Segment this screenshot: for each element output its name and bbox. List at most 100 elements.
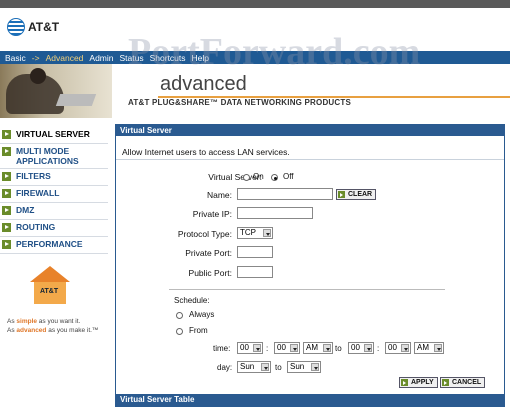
logo-text: AT&T [28, 20, 60, 34]
virtual-server-table-title: Virtual Server Table [116, 394, 504, 406]
globe-icon [7, 18, 25, 36]
from-radio[interactable] [176, 328, 183, 335]
sidebar-item-dmz[interactable]: DMZ [0, 203, 108, 220]
chevron-down-icon [253, 344, 261, 352]
sidebar-item-filters[interactable]: FILTERS [0, 169, 108, 186]
sidebar-item-routing[interactable]: ROUTING [0, 220, 108, 237]
arrow-icon [2, 130, 11, 139]
promo-line-2: As advanced as you make it.™ [7, 327, 99, 334]
sidebar-item-virtual-server[interactable]: VIRTUAL SERVER [0, 127, 108, 144]
start-ampm-value: AM [306, 343, 318, 352]
sidebar-item-performance[interactable]: PERFORMANCE [0, 237, 108, 254]
start-ampm-select[interactable]: AM [303, 342, 333, 354]
sidebar-item-label: VIRTUAL SERVER [16, 129, 90, 139]
nav-help[interactable]: Help [192, 53, 209, 63]
arrow-icon [401, 379, 408, 386]
description: Allow Internet users to access LAN servi… [122, 147, 290, 157]
from-label: From [189, 326, 208, 335]
chevron-down-icon [323, 344, 331, 352]
on-label: On [253, 172, 264, 181]
always-radio[interactable] [176, 312, 183, 319]
end-day-value: Sun [290, 362, 305, 371]
end-ampm-value: AM [417, 343, 429, 352]
nav-arrow: -> [31, 52, 40, 63]
name-input[interactable] [237, 188, 333, 200]
nav-admin[interactable]: Admin [89, 53, 113, 63]
end-minute-value: 00 [388, 343, 397, 352]
end-minute-select[interactable]: 00 [385, 342, 411, 354]
house-icon: AT&T [30, 266, 70, 306]
chevron-down-icon [311, 363, 319, 371]
public-port-input[interactable] [237, 266, 273, 278]
start-minute-value: 00 [277, 343, 286, 352]
promo-logo: AT&T [40, 288, 59, 295]
promo-line-1: As simple as you want it. [7, 318, 81, 325]
nav-basic[interactable]: Basic [5, 53, 26, 63]
sidebar-item-multi-mode-applications[interactable]: MULTI MODE APPLICATIONS [0, 144, 108, 169]
sidebar-item-label: FILTERS [16, 171, 51, 181]
apply-button[interactable]: APPLY [399, 377, 438, 388]
public-port-label: Public Port: [188, 268, 232, 278]
divider [116, 159, 504, 160]
schedule-divider [169, 289, 445, 290]
arrow-icon [338, 191, 345, 198]
protocol-label: Protocol Type: [177, 229, 232, 239]
off-radio[interactable] [271, 174, 278, 181]
start-day-value: Sun [240, 362, 255, 371]
protocol-select[interactable]: TCP [237, 227, 273, 239]
end-ampm-select[interactable]: AM [414, 342, 444, 354]
start-hour-select[interactable]: 00 [237, 342, 263, 354]
off-label: Off [283, 172, 294, 181]
banner-tagline: AT&T PLUG&SHARE™ DATA NETWORKING PRODUCT… [128, 98, 352, 107]
private-port-input[interactable] [237, 246, 273, 258]
end-hour-select[interactable]: 00 [348, 342, 374, 354]
sidebar-item-label: ROUTING [16, 222, 56, 232]
arrow-icon [2, 240, 11, 249]
banner-title: advanced [160, 73, 247, 95]
name-label: Name: [206, 190, 232, 200]
time-to-label: to [335, 344, 342, 353]
cancel-button[interactable]: CANCEL [440, 377, 486, 388]
sidebar-item-label: MULTI MODE APPLICATIONS [16, 146, 79, 166]
apply-label: APPLY [411, 379, 434, 386]
page: AT&T Basic -> Advanced Admin Status Shor… [0, 0, 510, 407]
nav-shortcuts[interactable]: Shortcuts [150, 53, 186, 63]
chevron-down-icon [290, 344, 298, 352]
nav-status[interactable]: Status [120, 53, 144, 63]
time-colon: : [266, 344, 269, 353]
day-to-label: to [275, 363, 282, 372]
start-day-select[interactable]: Sun [237, 361, 271, 373]
chevron-down-icon [263, 229, 271, 237]
chevron-down-icon [401, 344, 409, 352]
arrow-icon [2, 172, 11, 181]
private-ip-input[interactable] [237, 207, 313, 219]
time-colon: : [377, 344, 380, 353]
sidebar-item-firewall[interactable]: FIREWALL [0, 186, 108, 203]
always-label: Always [189, 310, 215, 319]
main-nav: Basic -> Advanced Admin Status Shortcuts… [0, 51, 510, 64]
end-day-select[interactable]: Sun [287, 361, 321, 373]
nav-advanced[interactable]: Advanced [46, 53, 84, 63]
day-label: day: [217, 363, 233, 372]
protocol-value: TCP [240, 228, 256, 237]
top-bar [0, 0, 510, 8]
sidebar-item-label: DMZ [16, 205, 35, 215]
clear-label: CLEAR [348, 191, 373, 198]
chevron-down-icon [261, 363, 269, 371]
arrow-icon [2, 147, 11, 156]
sidebar-item-label: PERFORMANCE [16, 239, 83, 249]
chevron-down-icon [364, 344, 372, 352]
banner: advanced AT&T PLUG&SHARE™ DATA NETWORKIN… [0, 64, 510, 118]
start-minute-select[interactable]: 00 [274, 342, 300, 354]
end-hour-value: 00 [351, 343, 360, 352]
clear-button[interactable]: CLEAR [336, 189, 377, 200]
arrow-icon [2, 206, 11, 215]
virtual-server-panel: Virtual Server Allow Internet users to a… [115, 124, 505, 407]
section-title: Virtual Server [116, 125, 504, 136]
promo: AT&T As simple as you want it. As advanc… [0, 262, 108, 342]
private-ip-label: Private IP: [192, 209, 232, 219]
on-radio[interactable] [243, 174, 250, 181]
schedule-label: Schedule: [174, 296, 210, 305]
arrow-icon [2, 223, 11, 232]
arrow-icon [442, 379, 449, 386]
